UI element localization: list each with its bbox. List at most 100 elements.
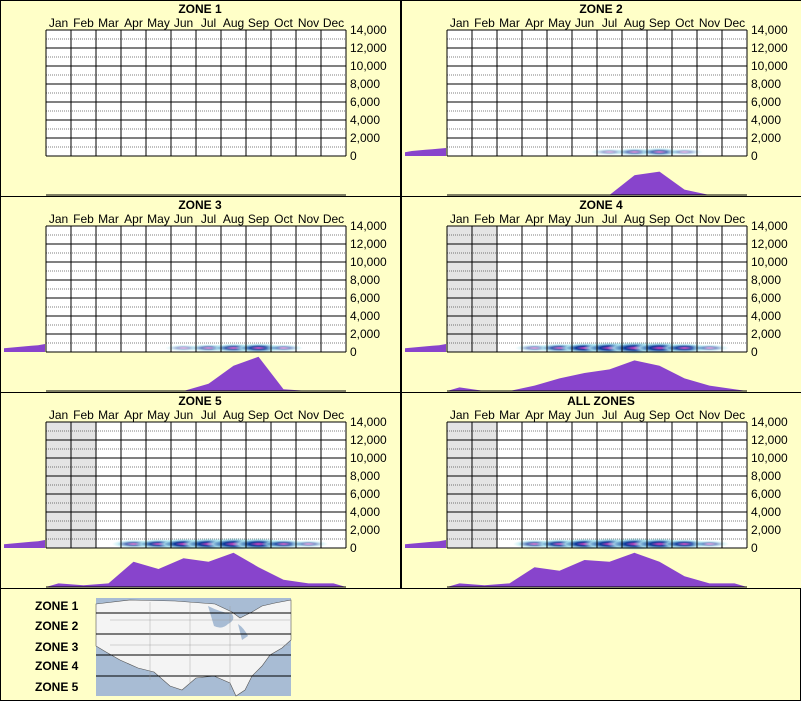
month-label: Oct	[274, 408, 293, 422]
month-label: Jan	[49, 212, 68, 226]
y-tick-label: 4,000	[350, 309, 380, 323]
month-label: Feb	[73, 16, 94, 30]
month-label: Jun	[174, 16, 193, 30]
month-label: May	[147, 212, 170, 226]
month-label: Aug	[624, 212, 645, 226]
month-label: May	[548, 16, 571, 30]
month-label: Mar	[98, 408, 119, 422]
month-label: Jun	[575, 212, 594, 226]
month-label: Jun	[575, 16, 594, 30]
month-label: Apr	[124, 408, 143, 422]
month-label: May	[147, 16, 170, 30]
y-tick-label: 0	[751, 541, 758, 555]
panel-title: ALL ZONES	[567, 394, 635, 408]
month-label: Apr	[124, 16, 143, 30]
month-label: Oct	[274, 212, 293, 226]
month-label: Jul	[602, 408, 617, 422]
y-tick-label: 8,000	[350, 469, 380, 483]
y-tick-label: 6,000	[751, 95, 781, 109]
month-label: Mar	[499, 16, 520, 30]
y-tick-label: 10,000	[350, 255, 387, 269]
month-label: Oct	[675, 408, 694, 422]
y-tick-label: 2,000	[350, 327, 380, 341]
month-label: Jan	[450, 212, 469, 226]
month-label: Apr	[525, 408, 544, 422]
y-tick-label: 10,000	[751, 451, 788, 465]
month-label: Apr	[525, 16, 544, 30]
month-label: Nov	[699, 408, 720, 422]
y-tick-label: 0	[350, 541, 357, 555]
month-label: May	[548, 212, 571, 226]
y-tick-label: 8,000	[751, 77, 781, 91]
y-tick-label: 2,000	[751, 523, 781, 537]
y-tick-label: 6,000	[350, 95, 380, 109]
month-label: Dec	[323, 212, 344, 226]
y-tick-label: 4,000	[751, 505, 781, 519]
month-label: Jan	[49, 16, 68, 30]
month-label: Jul	[602, 16, 617, 30]
y-tick-label: 4,000	[350, 113, 380, 127]
month-label: Aug	[624, 408, 645, 422]
month-label: Jul	[201, 408, 216, 422]
y-tick-label: 8,000	[350, 77, 380, 91]
month-label: Sep	[248, 408, 270, 422]
month-label: Mar	[98, 16, 119, 30]
month-label: Nov	[298, 16, 319, 30]
month-label: Dec	[724, 408, 745, 422]
y-tick-label: 6,000	[751, 291, 781, 305]
month-label: Dec	[323, 408, 344, 422]
month-label: Sep	[649, 408, 671, 422]
month-label: Mar	[499, 212, 520, 226]
panel-title: ZONE 3	[178, 198, 222, 212]
month-label: May	[548, 408, 571, 422]
us-map-icon	[95, 598, 292, 697]
chart-panels: ZONE 1 Jan Feb Mar Apr May Jun Jul Aug Sep Oct Nov D…	[0, 0, 801, 589]
month-label: Apr	[525, 212, 544, 226]
y-tick-label: 0	[751, 345, 758, 359]
y-tick-label: 6,000	[751, 487, 781, 501]
month-label: Oct	[675, 212, 694, 226]
month-label: Aug	[223, 16, 244, 30]
month-label: Dec	[724, 16, 745, 30]
y-tick-label: 10,000	[751, 59, 788, 73]
y-tick-label: 4,000	[350, 505, 380, 519]
month-label: Dec	[323, 16, 344, 30]
month-label: Feb	[73, 212, 94, 226]
legend-zone-3-label: ZONE 3	[35, 640, 79, 654]
y-tick-label: 10,000	[350, 451, 387, 465]
month-label: May	[147, 408, 170, 422]
panel-title: ZONE 5	[178, 394, 222, 408]
heat-cell	[690, 540, 729, 548]
y-tick-label: 14,000	[350, 219, 387, 233]
y-tick-label: 14,000	[350, 415, 387, 429]
y-tick-label: 0	[350, 149, 357, 163]
month-label: Jul	[201, 16, 216, 30]
month-label: Mar	[98, 212, 119, 226]
y-tick-label: 14,000	[751, 23, 788, 37]
panel-title: ZONE 2	[579, 2, 623, 16]
month-label: Apr	[124, 212, 143, 226]
y-tick-label: 12,000	[751, 237, 788, 251]
y-tick-label: 8,000	[350, 273, 380, 287]
y-tick-label: 12,000	[751, 433, 788, 447]
month-label: Jan	[450, 16, 469, 30]
y-tick-label: 14,000	[751, 415, 788, 429]
y-tick-label: 0	[350, 345, 357, 359]
month-label: Jul	[201, 212, 216, 226]
panel-title: ZONE 4	[579, 198, 623, 212]
heat-cell	[289, 540, 328, 548]
legend-zone-2-label: ZONE 2	[35, 619, 79, 633]
y-tick-label: 8,000	[751, 273, 781, 287]
y-tick-label: 12,000	[350, 237, 387, 251]
month-label: Jun	[575, 408, 594, 422]
legend-zone-1-label: ZONE 1	[35, 599, 79, 613]
y-tick-label: 12,000	[751, 41, 788, 55]
month-label: Jun	[174, 408, 193, 422]
month-label: Nov	[699, 16, 720, 30]
month-label: Dec	[724, 212, 745, 226]
chart-canvas: ZONE 1 Jan Feb Mar Apr May Jun Jul Aug Sep Oct Nov D…	[0, 0, 801, 701]
panel-title: ZONE 1	[178, 2, 222, 16]
y-tick-label: 2,000	[350, 131, 380, 145]
month-label: Feb	[73, 408, 94, 422]
month-label: Sep	[248, 16, 270, 30]
